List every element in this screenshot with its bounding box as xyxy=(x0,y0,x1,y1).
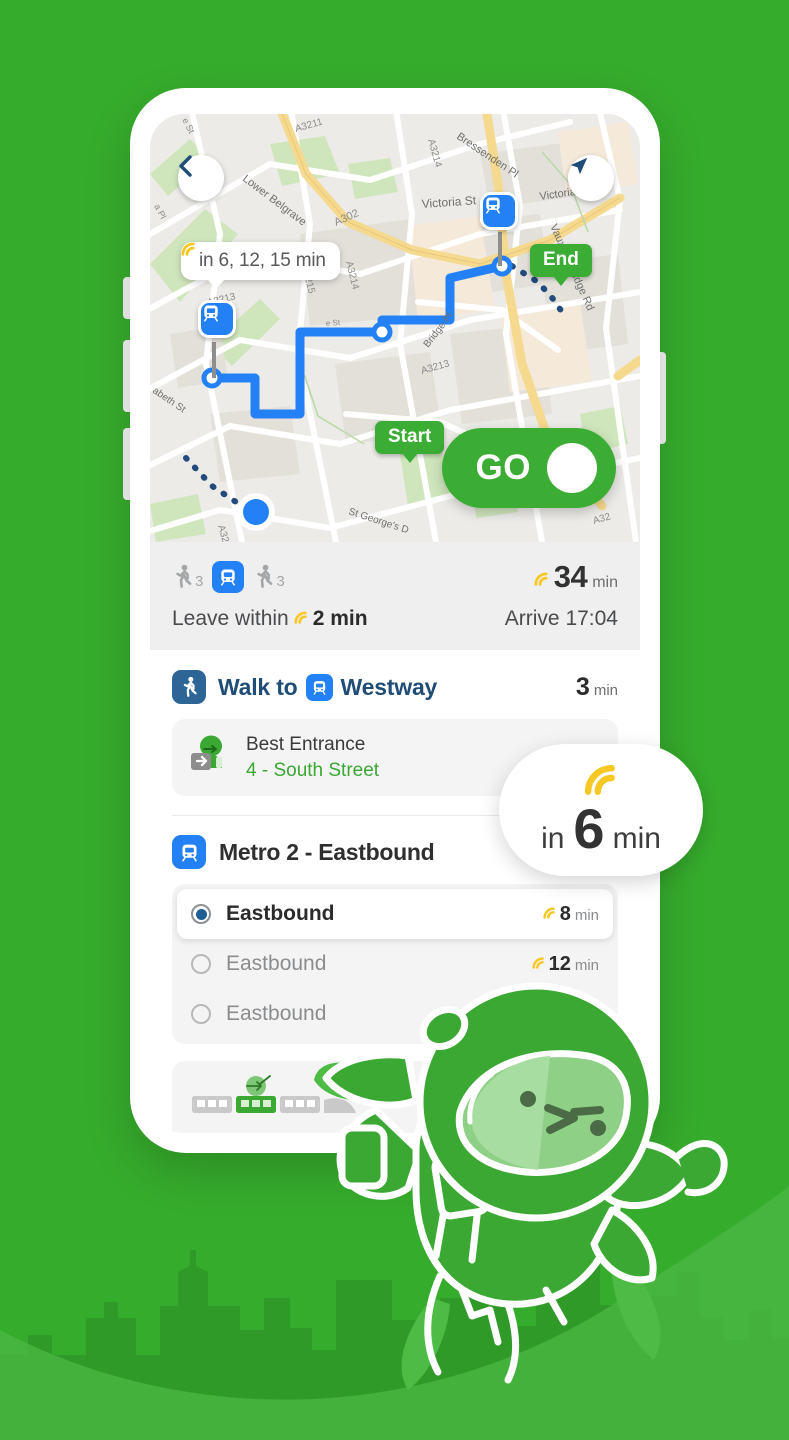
map-station-marker-destination[interactable] xyxy=(480,192,518,230)
svg-text:e St: e St xyxy=(326,318,342,328)
live-wave-icon xyxy=(581,764,621,800)
best-section-prefix: Best Section - xyxy=(190,1131,314,1133)
total-duration-unit: min xyxy=(592,574,618,591)
turn-right-arrow-icon xyxy=(448,434,597,493)
best-entrance-title: Best Entrance xyxy=(246,734,366,755)
best-entrance-detail: 4 - South Street xyxy=(246,759,380,781)
walk-minutes-1: 3 xyxy=(195,573,204,590)
metro-icon xyxy=(204,305,218,322)
walk-step-header[interactable]: Walk to Westway 3 min xyxy=(172,670,618,704)
departure-option-unit: min xyxy=(574,906,599,924)
live-bubble-value: 6 xyxy=(573,796,604,860)
walk-destination-label: Westway xyxy=(340,673,438,700)
total-duration: 34 min xyxy=(534,559,618,595)
leave-within-value: 2 min xyxy=(312,607,368,630)
go-button[interactable]: GO xyxy=(441,428,616,508)
live-departure-bubble: in 6 min xyxy=(499,744,703,876)
live-wave-icon xyxy=(534,572,549,592)
map-station-marker-origin[interactable] xyxy=(198,300,236,338)
mode-chain: 3 3 xyxy=(172,561,285,593)
metro-icon xyxy=(305,673,333,701)
walk-icon xyxy=(172,670,206,704)
departure-option-value: 8 xyxy=(559,902,571,925)
green-astronaut-mascot xyxy=(314,982,728,1390)
metro-icon xyxy=(172,835,206,870)
walk-to-label: Walk to xyxy=(218,673,298,700)
walk-icon xyxy=(257,564,273,588)
live-bubble-unit: min xyxy=(612,821,661,855)
back-button[interactable] xyxy=(178,155,224,201)
departure-times-callout: in 6, 12, 15 min xyxy=(181,242,340,289)
walk-duration-unit: min xyxy=(593,681,618,699)
walk-duration-value: 3 xyxy=(575,672,590,701)
departure-option-row[interactable]: Eastbound 8 min xyxy=(177,889,613,940)
mode-walk-1: 3 xyxy=(172,564,203,590)
total-duration-value: 34 xyxy=(553,559,588,594)
walk-step-duration: 3 min xyxy=(576,673,618,702)
metro-icon xyxy=(221,569,236,586)
recenter-button[interactable] xyxy=(568,155,614,201)
walk-icon xyxy=(176,564,192,588)
live-wave-icon xyxy=(294,607,308,631)
arrival-time: Arrive 17:04 xyxy=(504,607,618,630)
departure-option-label: Eastbound xyxy=(226,902,335,926)
leave-within-label: Leave within xyxy=(172,607,289,630)
end-marker[interactable]: End xyxy=(530,244,592,286)
walk-step-title: Walk to Westway xyxy=(218,673,438,701)
radio-button[interactable] xyxy=(191,954,211,975)
best-entrance-icon xyxy=(188,735,230,780)
radio-button-selected[interactable] xyxy=(191,904,211,925)
route-map[interactable]: A3211 A302 A3215 A3214 A3214 A3213 A3213… xyxy=(150,114,640,542)
start-marker[interactable]: Start xyxy=(375,421,445,463)
radio-button[interactable] xyxy=(191,1004,211,1025)
mode-metro xyxy=(212,561,245,593)
metro-icon xyxy=(486,197,500,214)
live-wave-icon xyxy=(543,907,556,925)
live-bubble-prefix: in xyxy=(541,821,565,855)
mode-walk-2: 3 xyxy=(253,564,285,590)
leave-within: Leave within 2 min xyxy=(172,607,368,631)
departure-option-duration: 8 min xyxy=(543,903,599,926)
go-button-label: GO xyxy=(475,448,531,487)
best-entrance-text: Best Entrance 4 - South Street xyxy=(246,732,379,783)
route-summary-bar: 3 3 34 min Leave within 2 min Arrive 17:… xyxy=(150,542,640,650)
walk-minutes-2: 3 xyxy=(276,573,285,590)
metro-step-title: Metro 2 - Eastbound xyxy=(219,838,435,865)
departure-times-text: in 6, 12, 15 min xyxy=(199,250,326,271)
